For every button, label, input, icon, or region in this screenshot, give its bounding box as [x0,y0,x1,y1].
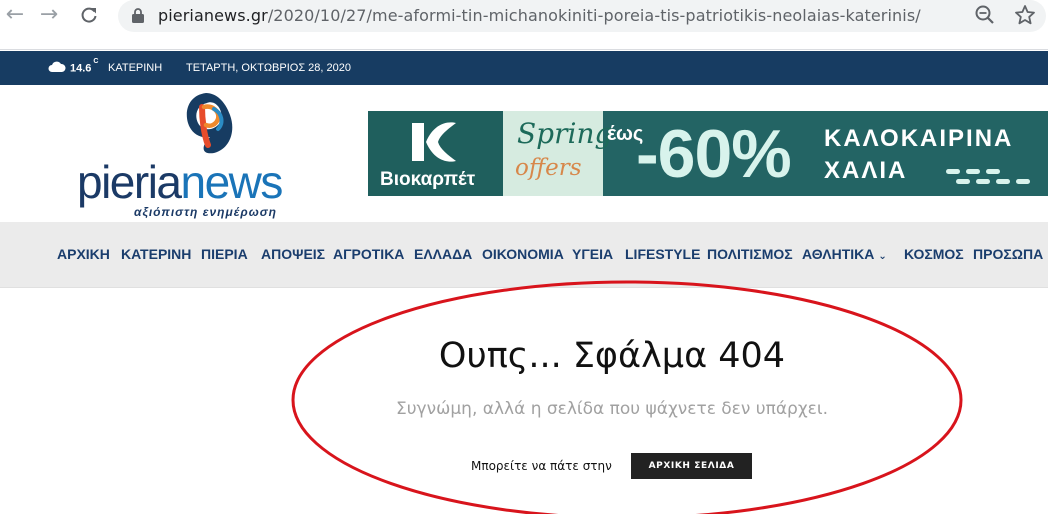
arrow-right-icon: → [39,2,59,27]
banner-spring-block: Spring offers [503,111,612,196]
banner-discount-text: -60% [636,116,792,192]
star-icon[interactable] [1014,4,1036,26]
menu-item-sports-label: ΑΘΛΗΤΙΚΑ [802,246,875,262]
chevron-down-icon: ⌄ [878,251,887,262]
home-page-button[interactable]: ΑΡΧΙΚΗ ΣΕΛΙΔΑ [631,453,752,479]
menu-item-health[interactable]: ΥΓΕΙΑ [572,246,613,262]
menu-item-people-label: ΠΡΟΣΩΠΑ [973,246,1044,262]
logo-news: news [180,156,284,208]
viokarpet-logo-icon [412,122,456,162]
menu-item-sports[interactable]: ΑΘΛΗΤΙΚΑ ⌄ [802,246,887,262]
url-text: pierianews.gr/2020/10/27/me-aformi-tin-m… [158,6,921,25]
cloud-icon [48,61,66,72]
menu-item-culture[interactable]: ΠΟΛΙΤΙΣΜΟΣ [707,246,793,262]
advertisement-banner[interactable]: Bιοκαρπέτ Spring offers έως -60% ΚΑΛΟΚΑΙ… [368,111,1048,196]
url-path: /2020/10/27/me-aformi-tin-michanokiniti-… [267,6,921,25]
menu-item-economy[interactable]: ΟΙΚΟΝΟΜΙΑ [482,246,564,262]
site-logo[interactable]: pierianews [77,156,284,208]
error-subtitle: Συγνώμη, αλλά η σελίδα που ψάχνετε δεν υ… [395,399,829,419]
logo-pieria: pieria [77,156,182,208]
banner-decoration [946,169,1030,184]
menu-item-world[interactable]: ΚΟΣΜΟΣ [904,246,964,262]
browser-toolbar: ← → pierianews.gr/2020/10/27/me-aformi-t… [0,0,1048,50]
menu-item-lifestyle[interactable]: LIFESTYLE [625,246,700,262]
weather-city: ΚΑΤΕΡΙΝΗ [108,62,163,74]
banner-offers-text: offers [515,155,582,181]
banner-spring-text: Spring [517,117,613,150]
zoom-out-icon[interactable] [974,4,996,26]
reload-button[interactable] [78,4,100,26]
error-redirect-text: Μπορείτε να πάτε στην [471,459,612,473]
temperature-value: 14.6 [70,62,92,75]
menu-item-agriculture[interactable]: ΑΓΡΟΤΙΚΑ [333,246,404,262]
address-bar[interactable]: pierianews.gr/2020/10/27/me-aformi-tin-m… [118,0,1046,32]
menu-item-pieria[interactable]: ΠΙΕΡΙΑ [201,246,248,262]
site-tagline: αξιόπιστη ενημέρωση [134,205,278,219]
error-content: Ουπς... Σφάλμα 404 Συγνώμη, αλλά η σελίδ… [0,288,1048,514]
lock-icon [132,8,144,23]
url-domain: pierianews.gr [158,6,268,25]
pierianews-logo-mark[interactable] [180,89,238,157]
site-header: pierianews αξιόπιστη ενημέρωση Bιοκαρπέτ… [0,85,1048,222]
site-topbar: 14.6C ΚΑΤΕΡΙΝΗ ΤΕΤΑΡΤΗ, ΟΚΤΩΒΡΙΟΣ 28, 20… [0,51,1048,85]
menu-item-greece[interactable]: ΕΛΛΑΔΑ [414,246,472,262]
current-date: ΤΕΤΑΡΤΗ, ΟΚΤΩΒΡΙΟΣ 28, 2020 [186,62,352,74]
banner-line1-text: ΚΑΛΟΚΑΙΡΙΝΑ [824,125,1014,152]
temperature-unit: C [93,58,99,65]
main-navigation: ΑΡΧΙΚΗ ΚΑΤΕΡΙΝΗ ΠΙΕΡΙΑ ΑΠΟΨΕΙΣ ΑΓΡΟΤΙΚΑ … [0,222,1048,288]
back-button[interactable]: ← [4,4,26,26]
banner-brand-block: Bιοκαρπέτ [368,111,503,196]
banner-line2-text: ΧΑΛΙΑ [824,157,908,184]
forward-button[interactable]: → [38,4,60,26]
arrow-left-icon: ← [5,2,25,27]
weather-temperature: 14.6C [70,58,98,75]
menu-item-katerini[interactable]: ΚΑΤΕΡΙΝΗ [121,246,191,262]
menu-item-home[interactable]: ΑΡΧΙΚΗ [57,246,110,262]
error-title: Ουπς... Σφάλμα 404 [438,336,786,376]
banner-brand-name: Bιοκαρπέτ [380,169,476,190]
menu-item-opinions[interactable]: ΑΠΟΨΕΙΣ [261,246,325,262]
menu-item-people[interactable]: ΠΡΟΣΩΠΑ⌄ [973,246,1048,262]
reload-icon [81,7,97,23]
